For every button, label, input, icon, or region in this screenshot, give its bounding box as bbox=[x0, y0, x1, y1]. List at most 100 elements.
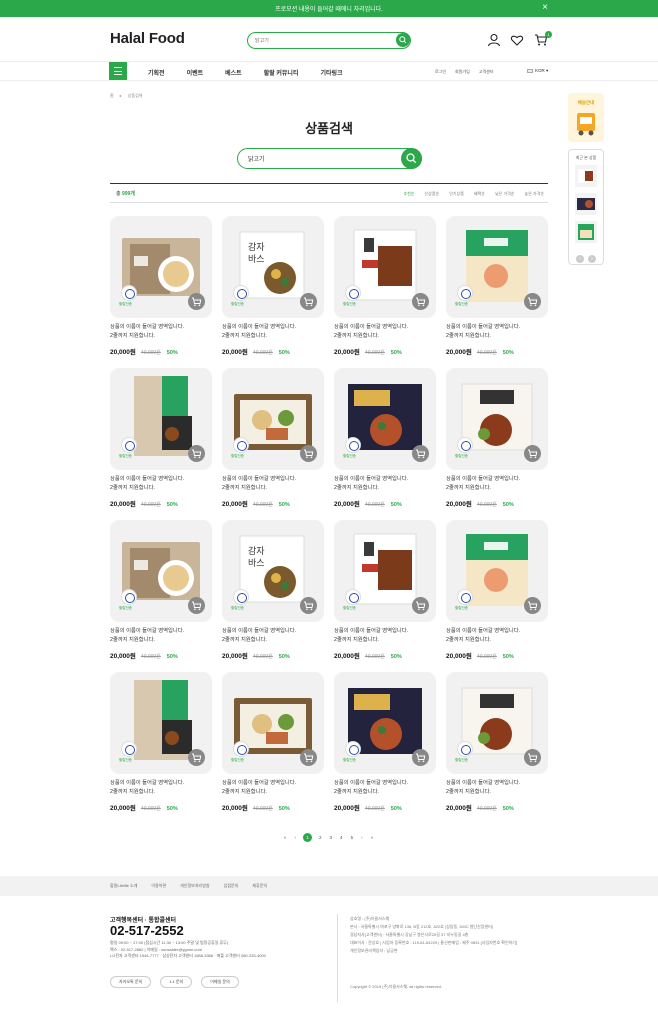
nav-item-best[interactable]: 베스트 bbox=[225, 68, 242, 77]
product-image[interactable]: 할랄인증 bbox=[334, 672, 436, 774]
nav-item-community[interactable]: 할랄 커뮤니티 bbox=[264, 68, 299, 77]
product-image[interactable]: 감자 바스 할랄인증 bbox=[222, 216, 324, 318]
product-image[interactable]: 할랄인증 bbox=[446, 520, 548, 622]
add-to-cart-button[interactable] bbox=[300, 749, 317, 766]
product-image[interactable]: 할랄인증 bbox=[110, 672, 212, 774]
email-inquiry-button[interactable]: 이메일 문의 bbox=[201, 976, 239, 988]
recent-product-thumb[interactable] bbox=[575, 193, 597, 215]
page-1[interactable]: 1 bbox=[303, 833, 313, 842]
page-5[interactable]: 5 bbox=[351, 835, 354, 840]
product-name[interactable]: 상품의 이름이 들어갈 영역입니다. 2줄까지 지원합니다. bbox=[334, 323, 444, 340]
recent-product-thumb[interactable] bbox=[575, 165, 597, 187]
header-search[interactable] bbox=[247, 32, 411, 49]
sort-high-price[interactable]: 높은 가격순 bbox=[524, 191, 544, 197]
add-to-cart-button[interactable] bbox=[300, 445, 317, 462]
delivery-info-box[interactable]: 배송안내 bbox=[568, 93, 604, 142]
product-search-button[interactable] bbox=[401, 148, 422, 169]
footer-link-terms[interactable]: 이용약관 bbox=[151, 883, 166, 889]
add-to-cart-button[interactable] bbox=[300, 293, 317, 310]
product-search[interactable] bbox=[237, 148, 422, 169]
product-name[interactable]: 상품의 이름이 들어갈 영역입니다. 2줄까지 지원합니다. bbox=[334, 475, 444, 492]
page-4[interactable]: 4 bbox=[340, 835, 343, 840]
add-to-cart-button[interactable] bbox=[524, 597, 541, 614]
page-2[interactable]: 2 bbox=[319, 835, 322, 840]
sort-new[interactable]: 신상품순 bbox=[424, 191, 439, 197]
product-name[interactable]: 상품의 이름이 들어갈 영역입니다. 2줄까지 지원합니다. bbox=[110, 779, 220, 796]
product-image[interactable]: 할랄인증 bbox=[334, 216, 436, 318]
add-to-cart-button[interactable] bbox=[524, 445, 541, 462]
sort-low-price[interactable]: 낮은 가격순 bbox=[495, 191, 515, 197]
product-name[interactable]: 상품의 이름이 들어갈 영역입니다. 2줄까지 지원합니다. bbox=[110, 627, 220, 644]
add-to-cart-button[interactable] bbox=[412, 293, 429, 310]
sort-popular[interactable]: 인기상품 bbox=[449, 191, 464, 197]
product-image[interactable]: 감자 바스 할랄인증 bbox=[222, 520, 324, 622]
add-to-cart-button[interactable] bbox=[524, 749, 541, 766]
product-name[interactable]: 상품의 이름이 들어갈 영역입니다. 2줄까지 지원합니다. bbox=[222, 627, 332, 644]
sort-benefit[interactable]: 혜택순 bbox=[474, 191, 485, 197]
product-name[interactable]: 상품의 이름이 들어갈 영역입니다. 2줄까지 지원합니다. bbox=[334, 779, 444, 796]
search-button[interactable] bbox=[396, 33, 410, 47]
add-to-cart-button[interactable] bbox=[300, 597, 317, 614]
product-name[interactable]: 상품의 이름이 들어갈 영역입니다. 2줄까지 지원합니다. bbox=[110, 475, 220, 492]
user-icon[interactable] bbox=[487, 33, 501, 47]
nav-item-event[interactable]: 이벤트 bbox=[187, 68, 204, 77]
last-page-button[interactable]: » bbox=[371, 835, 374, 840]
add-to-cart-button[interactable] bbox=[188, 749, 205, 766]
kakao-inquiry-button[interactable]: 카카오톡 문의 bbox=[110, 976, 152, 988]
nav-item-special[interactable]: 기획전 bbox=[148, 68, 165, 77]
product-search-input[interactable] bbox=[248, 153, 398, 164]
product-image[interactable]: 할랄인증 bbox=[446, 216, 548, 318]
product-image[interactable]: 할랄인증 bbox=[222, 672, 324, 774]
product-name[interactable]: 상품의 이름이 들어갈 영역입니다. 2줄까지 지원합니다. bbox=[446, 323, 556, 340]
footer-link-partner[interactable]: 입점문의 bbox=[224, 883, 239, 889]
language-select[interactable]: KOR ▾ bbox=[527, 68, 548, 74]
product-name[interactable]: 상품의 이름이 들어갈 영역입니다. 2줄까지 지원합니다. bbox=[222, 779, 332, 796]
price-row: 20,000원 40,000원 50% bbox=[334, 346, 402, 356]
product-name[interactable]: 상품의 이름이 들어갈 영역입니다. 2줄까지 지원합니다. bbox=[110, 323, 220, 340]
close-icon[interactable]: × bbox=[542, 2, 548, 13]
page-3[interactable]: 3 bbox=[330, 835, 333, 840]
add-to-cart-button[interactable] bbox=[412, 597, 429, 614]
signup-link[interactable]: 회원가입 bbox=[455, 69, 470, 75]
footer-link-privacy[interactable]: 개인정보처리방침 bbox=[180, 883, 209, 889]
add-to-cart-button[interactable] bbox=[188, 597, 205, 614]
first-page-button[interactable]: « bbox=[284, 835, 287, 840]
product-image[interactable]: 할랄인증 bbox=[446, 672, 548, 774]
menu-button[interactable] bbox=[109, 62, 127, 80]
product-image[interactable]: 할랄인증 bbox=[110, 368, 212, 470]
footer-link-about[interactable]: 할랄Lifelife 소개 bbox=[110, 883, 137, 889]
product-name[interactable]: 상품의 이름이 들어갈 영역입니다. 2줄까지 지원합니다. bbox=[446, 627, 556, 644]
add-to-cart-button[interactable] bbox=[524, 293, 541, 310]
one-on-one-inquiry-button[interactable]: 1:1 문의 bbox=[160, 976, 193, 988]
sort-recommend[interactable]: 추천순 bbox=[403, 191, 414, 197]
recent-product-thumb[interactable] bbox=[575, 221, 597, 243]
breadcrumb-home[interactable]: 홈 bbox=[110, 93, 114, 99]
product-image[interactable]: 할랄인증 bbox=[110, 216, 212, 318]
customer-center-link[interactable]: 고객센터 bbox=[479, 69, 494, 75]
product-image[interactable]: 할랄인증 bbox=[110, 520, 212, 622]
nav-item-etc[interactable]: 기타링크 bbox=[320, 68, 342, 77]
heart-icon[interactable] bbox=[510, 33, 524, 47]
next-page-button[interactable]: › bbox=[361, 835, 363, 840]
product-name[interactable]: 상품의 이름이 들어갈 영역입니다. 2줄까지 지원합니다. bbox=[446, 475, 556, 492]
add-to-cart-button[interactable] bbox=[412, 749, 429, 766]
add-to-cart-button[interactable] bbox=[412, 445, 429, 462]
add-to-cart-button[interactable] bbox=[188, 293, 205, 310]
product-image[interactable]: 할랄인증 bbox=[446, 368, 548, 470]
footer-link-alliance[interactable]: 제휴문의 bbox=[252, 883, 267, 889]
prev-page-button[interactable]: ‹ bbox=[295, 835, 297, 840]
product-image[interactable]: 할랄인증 bbox=[334, 520, 436, 622]
product-name[interactable]: 상품의 이름이 들어갈 영역입니다. 2줄까지 지원합니다. bbox=[222, 323, 332, 340]
recent-next-button[interactable]: › bbox=[588, 255, 596, 263]
header-search-input[interactable] bbox=[255, 35, 385, 46]
logo[interactable]: Halal Food bbox=[110, 30, 185, 47]
recent-prev-button[interactable]: ‹ bbox=[576, 255, 584, 263]
login-link[interactable]: 로그인 bbox=[435, 69, 446, 75]
product-image[interactable]: 할랄인증 bbox=[334, 368, 436, 470]
add-to-cart-button[interactable] bbox=[188, 445, 205, 462]
product-name[interactable]: 상품의 이름이 들어갈 영역입니다. 2줄까지 지원합니다. bbox=[222, 475, 332, 492]
product-name[interactable]: 상품의 이름이 들어갈 영역입니다. 2줄까지 지원합니다. bbox=[446, 779, 556, 796]
cart-icon[interactable]: 1 bbox=[534, 31, 552, 47]
product-name[interactable]: 상품의 이름이 들어갈 영역입니다. 2줄까지 지원합니다. bbox=[334, 627, 444, 644]
product-image[interactable]: 할랄인증 bbox=[222, 368, 324, 470]
